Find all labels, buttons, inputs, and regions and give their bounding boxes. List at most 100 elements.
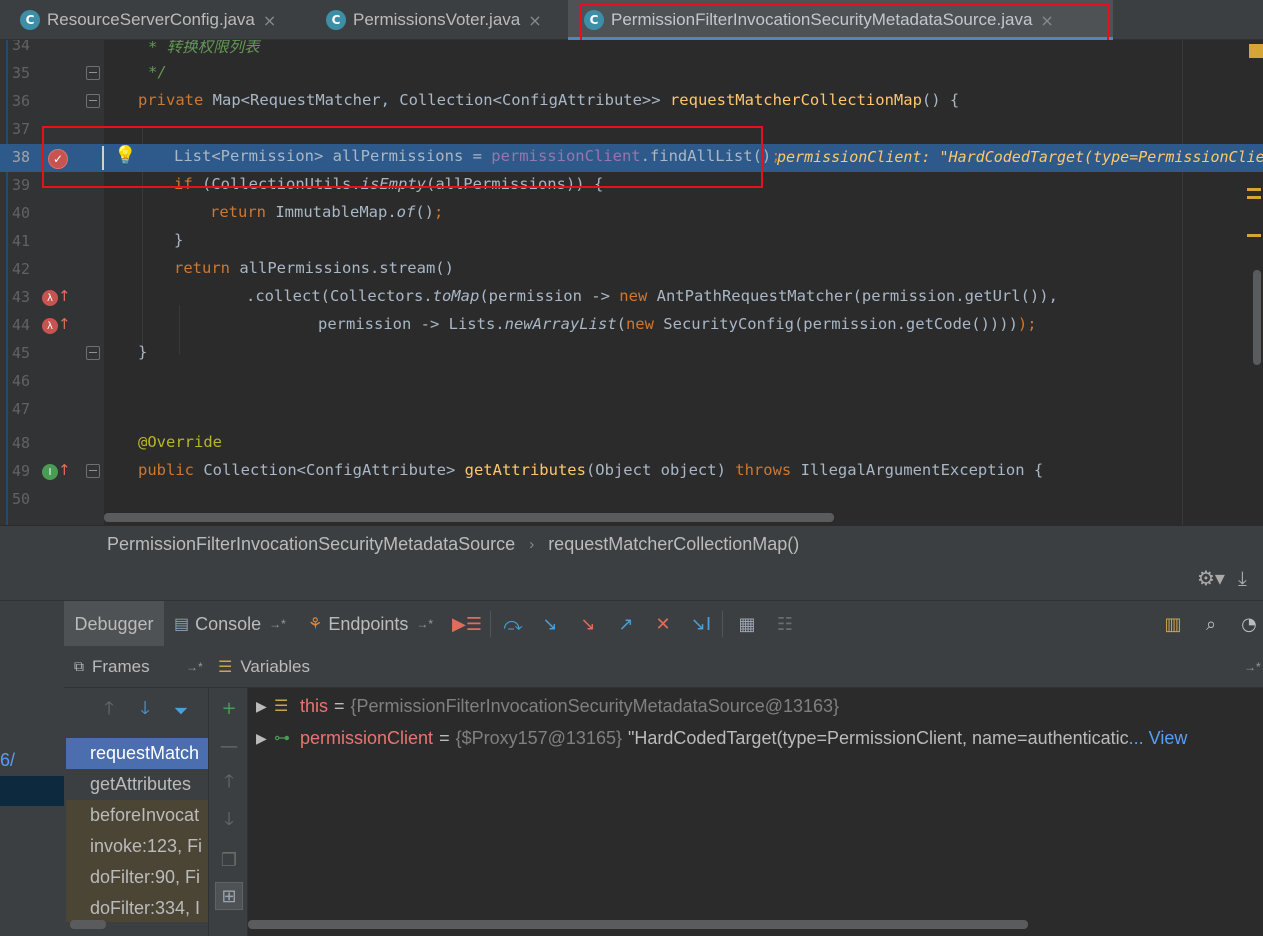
memory-view-icon[interactable]: ⌕ [1198, 611, 1224, 637]
debug-header: ⚙▾ ⤓ [0, 562, 1263, 600]
pin-icon[interactable]: →* [269, 617, 286, 631]
fold-marker-icon[interactable] [86, 66, 100, 80]
code-line-42[interactable]: 42 return allPermissions.stream() [0, 256, 1263, 284]
trace-icon[interactable]: ☷ [772, 611, 798, 637]
gear-icon[interactable]: ⚙▾ [1197, 566, 1225, 590]
lambda-icon[interactable]: λ [42, 318, 58, 334]
stripe-marker[interactable] [1247, 234, 1261, 237]
stripe-marker[interactable] [1247, 188, 1261, 191]
line-number: 48 [12, 434, 31, 452]
show-execution-point-icon[interactable]: ▶☰ [452, 611, 482, 637]
frames-icon: ⧉ [74, 658, 84, 674]
frames-horizontal-scrollbar[interactable] [70, 920, 106, 929]
filter-icon[interactable]: ⏷ [168, 698, 194, 724]
frame-item[interactable]: doFilter:334, I [66, 893, 208, 922]
tab-permissions-voter[interactable]: C PermissionsVoter.java × [306, 0, 568, 40]
line-number: 35 [12, 64, 31, 82]
stripe-marker[interactable] [1247, 196, 1261, 199]
pin-icon[interactable]: →* [416, 617, 433, 631]
frame-item[interactable]: doFilter:90, Fi [66, 862, 208, 893]
step-into-icon[interactable]: ↘ [537, 611, 563, 637]
variable-row-permission-client[interactable]: ▶ ⊶ permissionClient = {$Proxy157@13165}… [248, 722, 1263, 754]
code-line-43[interactable]: 43 λ ↑ .collect(Collectors.toMap(permiss… [0, 284, 1263, 312]
pin-icon[interactable]: →* [1244, 660, 1261, 674]
frame-item[interactable]: beforeInvocat [66, 800, 208, 831]
code-line-50[interactable]: 50 [0, 486, 1263, 514]
tab-debugger[interactable]: Debugger [64, 601, 164, 647]
variable-type: {PermissionFilterInvocationSecurityMetad… [350, 695, 840, 716]
tab-label: PermissionFilterInvocationSecurityMetada… [611, 10, 1033, 29]
hide-icon[interactable]: ⤓ [1238, 566, 1247, 590]
code-line-35[interactable]: 35 */ [0, 60, 1263, 88]
tab-console[interactable]: ▤ Console →* [164, 601, 296, 647]
expand-arrow-icon[interactable]: ▶ [248, 698, 274, 715]
fold-marker-icon[interactable] [86, 94, 100, 108]
tab-permission-filter-metadata-source[interactable]: C PermissionFilterInvocationSecurityMeta… [568, 0, 1113, 40]
code-line-44[interactable]: 44 λ ↑ permission -> Lists.newArrayList(… [0, 312, 1263, 340]
code-line-40[interactable]: 40 return ImmutableMap.of(); [0, 200, 1263, 228]
tab-resource-server-config[interactable]: C ResourceServerConfig.java × [0, 0, 306, 40]
code-line-46[interactable]: 46 [0, 368, 1263, 396]
code-line-37[interactable]: 37 [0, 116, 1263, 144]
close-icon[interactable]: × [1040, 11, 1053, 30]
arrow-up-icon[interactable]: ↑ [58, 315, 71, 333]
move-up-icon[interactable]: 🡑 [215, 770, 243, 798]
expand-arrow-icon[interactable]: ▶ [248, 730, 274, 747]
variables-horizontal-scrollbar[interactable] [248, 920, 1028, 929]
drop-frame-icon[interactable]: ✕ [650, 611, 676, 637]
code-text: } [138, 343, 148, 361]
tab-label: Console [195, 613, 262, 634]
arrow-down-icon[interactable]: 🡓 [132, 698, 158, 724]
implements-icon[interactable]: I [42, 464, 58, 480]
editor-horizontal-scrollbar[interactable] [104, 513, 834, 522]
lightbulb-icon[interactable]: 💡 [114, 145, 136, 166]
evaluate-expression-icon[interactable]: ▦ [734, 611, 760, 637]
line-number: 42 [12, 260, 31, 278]
frame-item[interactable]: requestMatch [66, 738, 208, 769]
code-line-41[interactable]: 41 } [0, 228, 1263, 256]
run-to-cursor-icon[interactable]: ↘I [688, 611, 714, 637]
code-line-36[interactable]: 36 private Map<RequestMatcher, Collectio… [0, 88, 1263, 116]
editor-vertical-scrollbar[interactable] [1253, 270, 1261, 365]
add-watch-icon[interactable]: + [215, 694, 243, 722]
lambda-icon[interactable]: λ [42, 290, 58, 306]
code-comment: * 转换权限列表 [148, 40, 260, 56]
tab-endpoints[interactable]: ⚘ Endpoints →* [298, 601, 443, 647]
warning-marker-icon[interactable] [1249, 44, 1263, 58]
variable-row-this[interactable]: ▶ ☰ this = {PermissionFilterInvocationSe… [248, 690, 1263, 722]
fold-marker-icon[interactable] [86, 346, 100, 360]
line-number: 41 [12, 232, 31, 250]
close-icon[interactable]: × [263, 11, 276, 30]
frame-item[interactable]: invoke:123, Fi [66, 831, 208, 862]
code-line-45[interactable]: 45 } [0, 340, 1263, 368]
breadcrumb-method[interactable]: requestMatcherCollectionMap() [548, 534, 799, 555]
force-step-into-icon[interactable]: ↘ [575, 611, 601, 637]
code-text: private Map<RequestMatcher, Collection<C… [138, 91, 960, 109]
move-down-icon[interactable]: 🡓 [215, 808, 243, 836]
arrow-up-icon[interactable]: ↑ [58, 287, 71, 305]
selected-row[interactable] [0, 776, 64, 806]
copy-icon[interactable]: ❐ [215, 846, 243, 874]
restore-layout-icon[interactable]: ▥ [1160, 611, 1186, 637]
breadcrumb-class[interactable]: PermissionFilterInvocationSecurityMetada… [107, 534, 515, 555]
code-line-47[interactable]: 47 [0, 396, 1263, 424]
code-editor[interactable]: 34 * 转换权限列表 35 */ 36 private Map<Request… [0, 40, 1263, 525]
watches-icon[interactable]: ⊞ [215, 882, 243, 910]
breakpoint-icon[interactable]: ✓ [48, 149, 68, 169]
frame-item[interactable]: getAttributes [66, 769, 208, 800]
arrow-up-icon[interactable]: ↑ [58, 461, 71, 479]
code-line-38-current[interactable]: 38 ✓ 💡 List<Permission> allPermissions =… [0, 144, 1263, 172]
close-icon[interactable]: × [528, 11, 541, 30]
performance-icon[interactable]: ◔ [1236, 611, 1262, 637]
code-line-49[interactable]: 49 I ↑ public Collection<ConfigAttribute… [0, 458, 1263, 486]
code-line-39[interactable]: 39 if (CollectionUtils.isEmpty(allPermis… [0, 172, 1263, 200]
step-over-icon[interactable]: ⤼ [500, 611, 526, 637]
view-link[interactable]: ... View [1129, 728, 1188, 749]
code-line-34[interactable]: 34 * 转换权限列表 [0, 40, 1263, 60]
pin-icon[interactable]: →* [186, 660, 203, 674]
remove-watch-icon[interactable]: — [215, 732, 243, 760]
fold-marker-icon[interactable] [86, 464, 100, 478]
code-line-48[interactable]: 48 @Override [0, 430, 1263, 458]
step-out-icon[interactable]: ↗ [613, 611, 639, 637]
arrow-up-icon[interactable]: 🡑 [96, 698, 122, 724]
